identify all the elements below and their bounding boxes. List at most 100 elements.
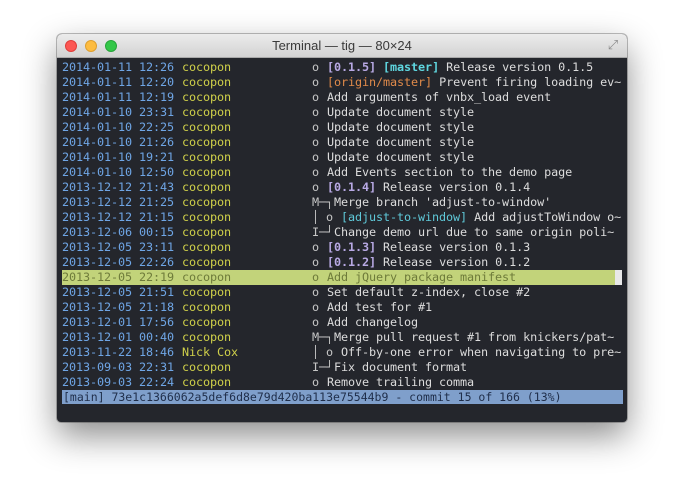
commit-author: cocopon (182, 210, 232, 224)
commit-date: 2013-12-12 21:43 (62, 180, 175, 194)
commit-row[interactable]: 2014-01-10 12:50 cocopon o Add Events secti… (62, 165, 622, 180)
commit-author: cocopon (182, 375, 232, 389)
commit-subject: [0.1.5] [master] Release version 0.1.5 (327, 60, 593, 75)
commit-graph: M─┐ (312, 195, 334, 209)
commit-graph: o (312, 255, 320, 269)
commit-date: 2014-01-11 12:20 (62, 75, 175, 89)
ref-label: [0.1.2] (327, 255, 377, 269)
commit-graph: I─┘ (312, 225, 334, 239)
commit-graph: o (312, 105, 320, 119)
commit-author: cocopon (182, 330, 232, 344)
commit-row[interactable]: 2013-12-05 22:26 cocopon o [0.1.2] Release … (62, 255, 622, 270)
commit-subject: Change demo url due to same origin poli~ (334, 225, 614, 240)
commit-subject: Add arguments of vnbx_load event (327, 90, 551, 105)
text-cursor (615, 270, 622, 285)
commit-date: 2013-12-12 21:25 (62, 195, 175, 209)
commit-row[interactable]: 2013-12-01 17:56 cocopon o Add changelog (62, 315, 622, 330)
commit-row[interactable]: 2014-01-11 12:20 cocopon o [origin/master] … (62, 75, 622, 90)
commit-subject: [adjust-to-window] Add adjustToWindow o~ (341, 210, 621, 225)
commit-author: cocopon (182, 135, 232, 149)
commit-graph: M─┐ (312, 330, 334, 344)
commit-row[interactable]: 2014-01-10 22:25 cocopon o Update document … (62, 120, 622, 135)
commit-subject: Add Events section to the demo page (327, 165, 572, 180)
commit-row[interactable]: 2014-01-10 19:21 cocopon o Update document … (62, 150, 622, 165)
commit-graph: o (312, 135, 320, 149)
commit-author: cocopon (182, 150, 232, 164)
commit-row[interactable]: 2013-09-03 22:31 cocopon I─┘ Fix document f… (62, 360, 622, 375)
commit-author: cocopon (182, 60, 232, 74)
commit-subject: [0.1.3] Release version 0.1.3 (327, 240, 530, 255)
commit-date: 2013-12-05 21:18 (62, 300, 175, 314)
commit-date: 2014-01-10 22:25 (62, 120, 175, 134)
commit-date: 2013-09-03 22:31 (62, 360, 175, 374)
commit-graph: o (312, 270, 320, 284)
commit-subject: Remove trailing comma (327, 375, 474, 390)
commit-row[interactable]: 2013-12-12 21:43 cocopon o [0.1.4] Release … (62, 180, 622, 195)
commit-message: Add arguments of vnbx_load event (327, 90, 552, 104)
commit-subject: Update document style (327, 120, 474, 135)
commit-subject: Merge pull request #1 from knickers/pat~ (334, 330, 614, 345)
commit-row[interactable]: 2014-01-10 23:31 cocopon o Update document … (62, 105, 622, 120)
commit-message: Change demo url due to same origin poli~ (334, 225, 615, 239)
commit-subject: Merge branch 'adjust-to-window' (334, 195, 551, 210)
commit-message: Release version 0.1.4 (383, 180, 531, 194)
commit-subject: [0.1.2] Release version 0.1.2 (327, 255, 530, 270)
commit-graph: o (312, 300, 320, 314)
commit-graph: │ o (312, 345, 334, 359)
commit-graph: o (312, 240, 320, 254)
commit-row[interactable]: 2013-12-05 22:19 cocopon o Add jQuery packa… (62, 270, 622, 285)
commit-author: cocopon (182, 300, 232, 314)
commit-subject: Off-by-one error when navigating to pre~ (341, 345, 621, 360)
commit-subject: Update document style (327, 135, 474, 150)
commit-graph: I─┘ (312, 360, 334, 374)
commit-subject: [0.1.4] Release version 0.1.4 (327, 180, 530, 195)
commit-row[interactable]: 2013-12-05 23:11 cocopon o [0.1.3] Release … (62, 240, 622, 255)
commit-message: Fix document format (334, 360, 468, 374)
commit-row[interactable]: 2013-11-22 18:46 Nick Cox │ o Off-by-one er… (62, 345, 622, 360)
commit-list[interactable]: 2014-01-11 12:26 cocopon o [0.1.5] [master]… (62, 60, 622, 390)
commit-message: Add jQuery package manifest (327, 270, 517, 284)
commit-subject: Add test for #1 (327, 300, 432, 315)
commit-graph: o (312, 90, 320, 104)
commit-graph: o (312, 60, 320, 74)
commit-message: Off-by-one error when navigating to pre~ (341, 345, 622, 359)
commit-author: cocopon (182, 105, 232, 119)
commit-subject: Update document style (327, 105, 474, 120)
commit-message: Update document style (327, 135, 475, 149)
commit-row[interactable]: 2013-12-01 00:40 cocopon M─┐ Merge pull req… (62, 330, 622, 345)
commit-subject: Add changelog (327, 315, 418, 330)
commit-row[interactable]: 2014-01-11 12:26 cocopon o [0.1.5] [master]… (62, 60, 622, 75)
title-bar[interactable]: Terminal — tig — 80×24 ⤢ (57, 34, 627, 58)
ref-label: [origin/master] (327, 75, 433, 89)
commit-row[interactable]: 2013-12-12 21:25 cocopon M─┐ Merge branch '… (62, 195, 622, 210)
commit-message: Merge branch 'adjust-to-window' (334, 195, 552, 209)
commit-row[interactable]: 2014-01-10 21:26 cocopon o Update document … (62, 135, 622, 150)
commit-row[interactable]: 2014-01-11 12:19 cocopon o Add arguments of… (62, 90, 622, 105)
commit-row[interactable]: 2013-12-12 21:15 cocopon │ o [adjust-to-win… (62, 210, 622, 225)
commit-subject: Set default z-index, close #2 (327, 285, 530, 300)
commit-graph: o (312, 285, 320, 299)
commit-message: Prevent firing loading ev~ (439, 75, 622, 89)
commit-message: Add adjustToWindow o~ (474, 210, 622, 224)
commit-date: 2013-11-22 18:46 (62, 345, 175, 359)
commit-row[interactable]: 2013-12-05 21:18 cocopon o Add test for #1 (62, 300, 622, 315)
commit-row[interactable]: 2013-12-05 21:51 cocopon o Set default z-in… (62, 285, 622, 300)
commit-subject: Update document style (327, 150, 474, 165)
commit-message: Release version 0.1.3 (383, 240, 531, 254)
commit-date: 2013-12-01 17:56 (62, 315, 175, 329)
commit-graph: o (312, 165, 320, 179)
commit-date: 2013-12-06 00:15 (62, 225, 175, 239)
commit-subject: [origin/master] Prevent firing loading e… (327, 75, 621, 90)
commit-row[interactable]: 2013-09-03 22:24 cocopon o Remove trailing … (62, 375, 622, 390)
ref-label: [adjust-to-window] (341, 210, 468, 224)
commit-graph: o (312, 150, 320, 164)
commit-author: cocopon (182, 90, 232, 104)
commit-message: Update document style (327, 120, 475, 134)
commit-graph: o (312, 375, 320, 389)
commit-date: 2013-12-05 22:26 (62, 255, 175, 269)
commit-graph: o (312, 75, 320, 89)
commit-author: cocopon (182, 180, 232, 194)
commit-message: Remove trailing comma (327, 375, 475, 389)
commit-row[interactable]: 2013-12-06 00:15 cocopon I─┘ Change demo ur… (62, 225, 622, 240)
fullscreen-icon[interactable]: ⤢ (606, 39, 620, 53)
